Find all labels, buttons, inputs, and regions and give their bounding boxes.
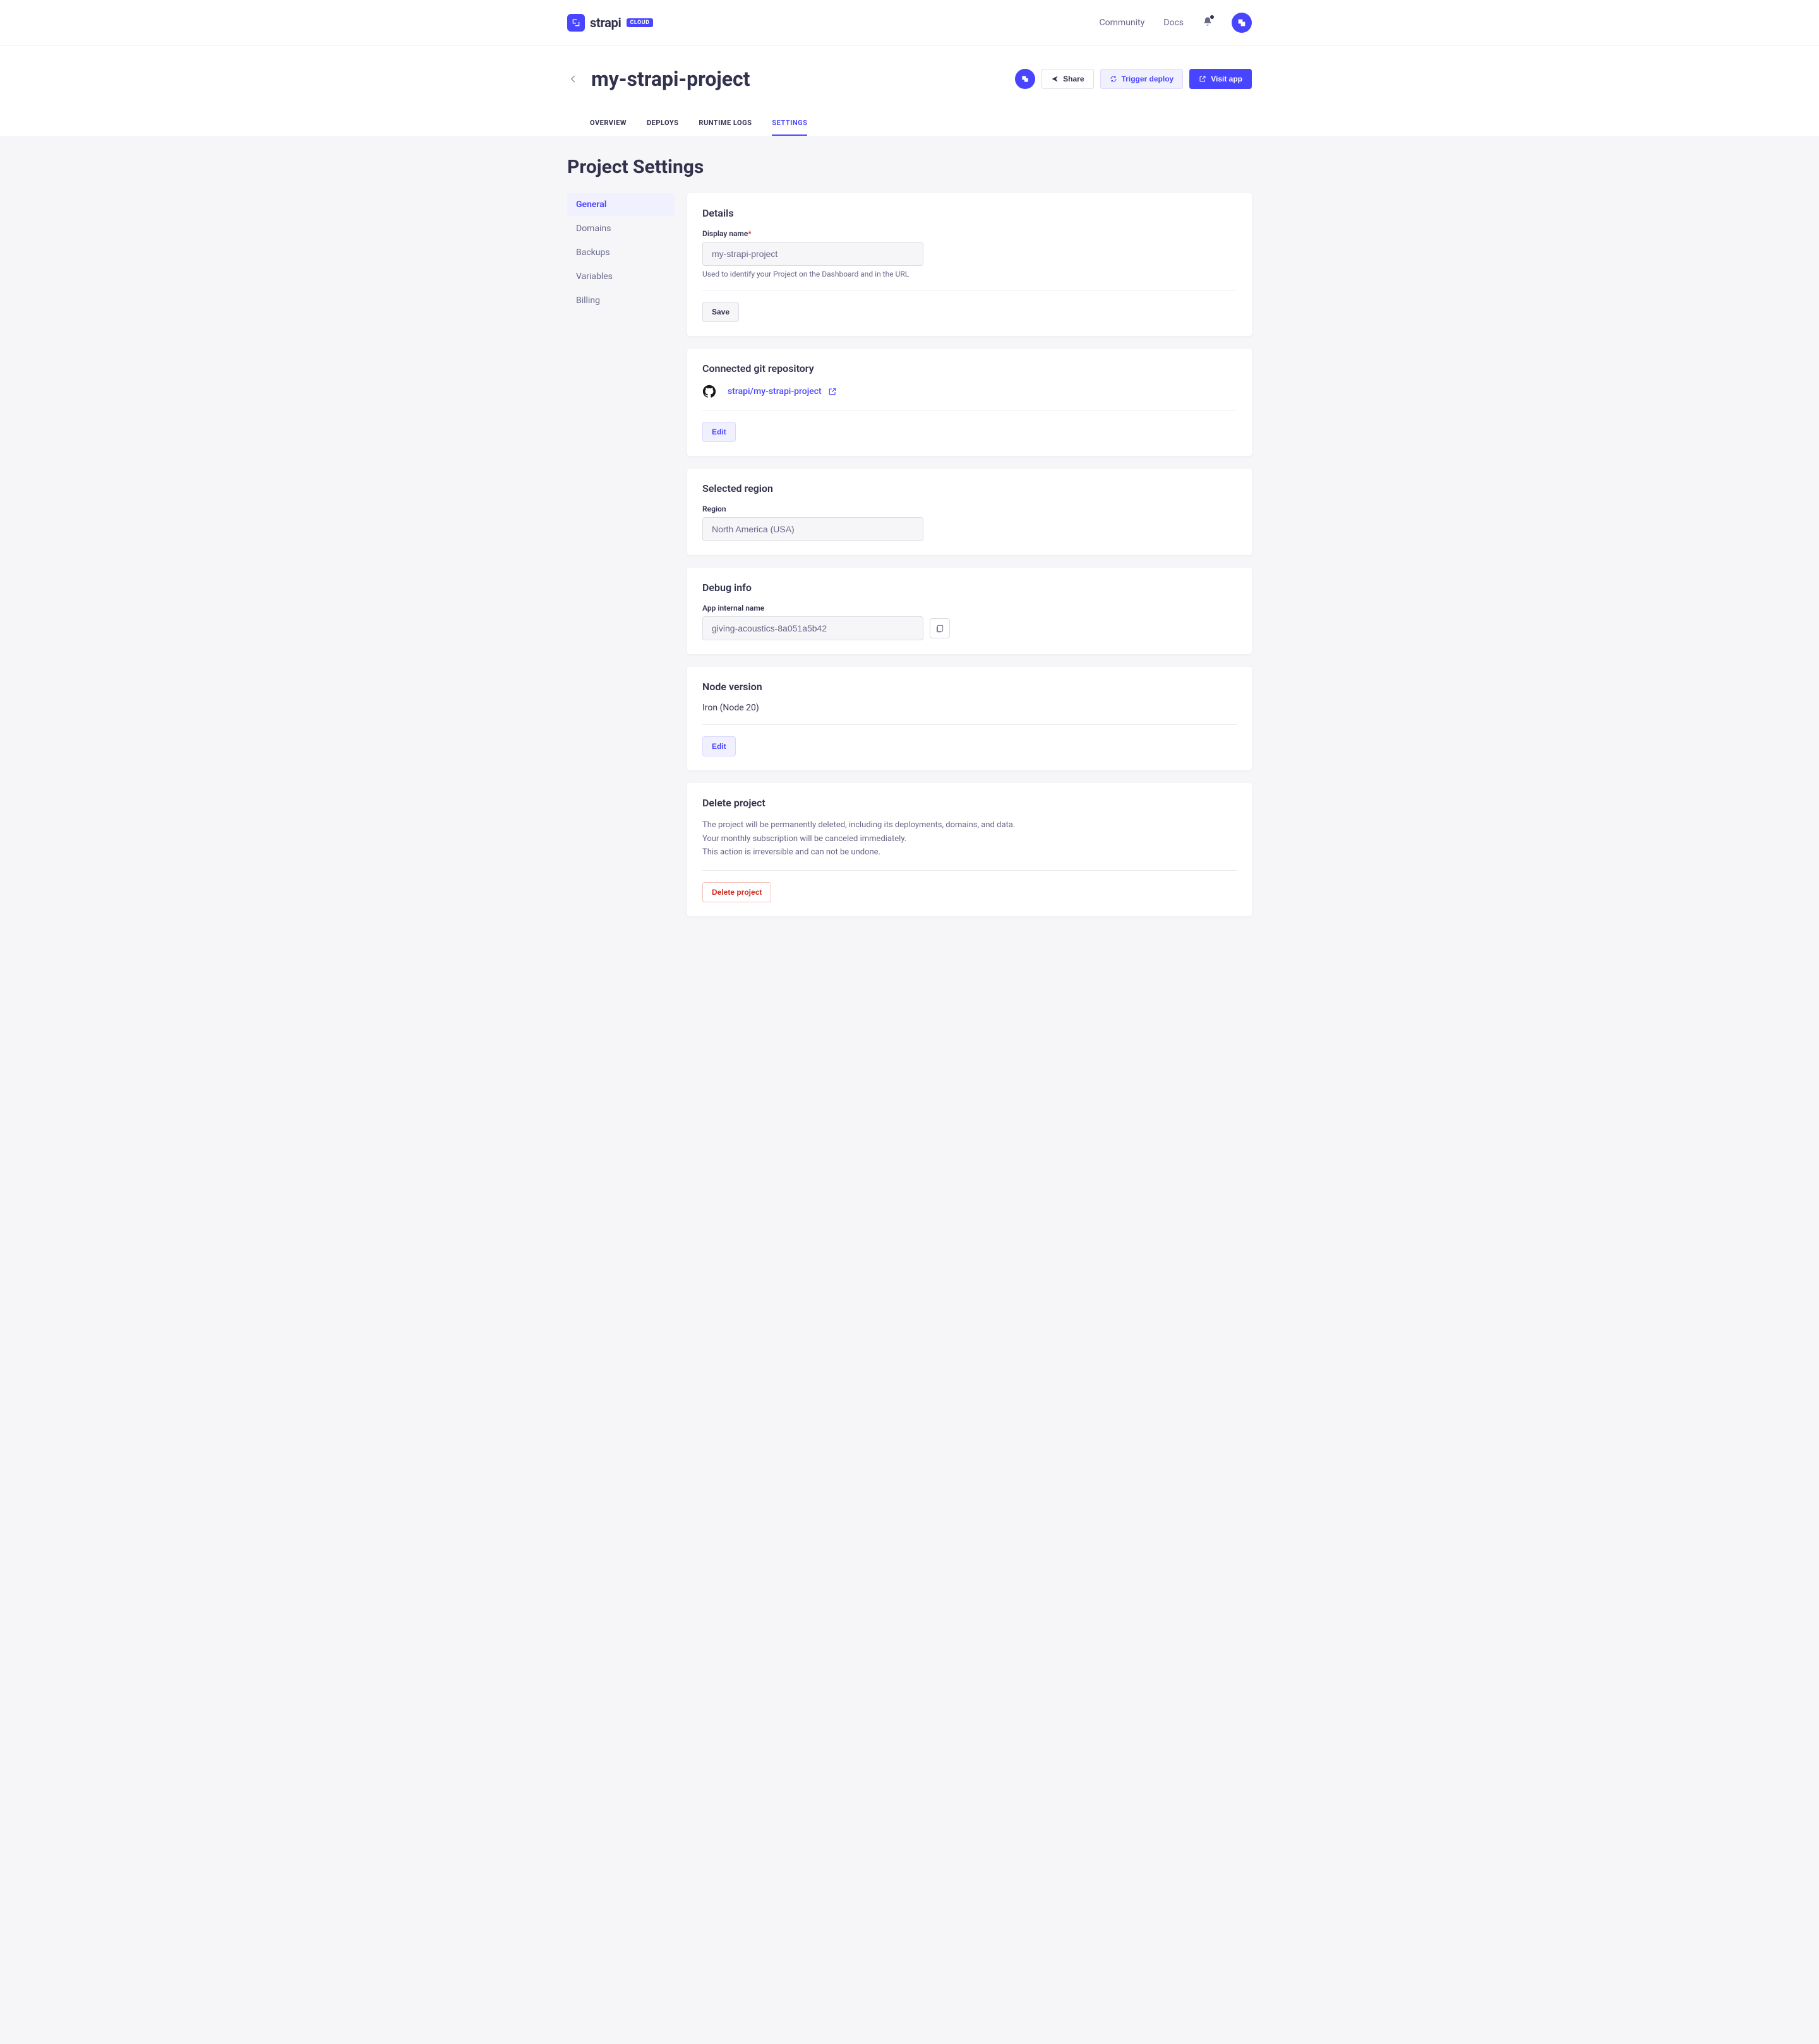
share-label: Share <box>1063 75 1084 83</box>
notification-dot <box>1210 15 1214 19</box>
project-header: my-strapi-project Share Trigger deploy V… <box>0 45 1819 136</box>
delete-title: Delete project <box>702 797 1237 809</box>
tab-runtime-logs[interactable]: RUNTIME LOGS <box>699 111 752 136</box>
delete-line1: The project will be permanently deleted,… <box>702 819 1237 832</box>
delete-line3: This action is irreversible and can not … <box>702 846 1237 859</box>
sidebar-item-billing[interactable]: Billing <box>567 289 675 312</box>
delete-card: Delete project The project will be perma… <box>687 783 1252 916</box>
strapi-icon <box>1237 18 1247 28</box>
strapi-icon <box>1021 75 1030 83</box>
copy-button[interactable] <box>930 618 950 638</box>
github-icon <box>702 385 716 398</box>
settings-sidebar: General Domains Backups Variables Billin… <box>567 193 675 313</box>
repo-title: Connected git repository <box>702 362 1237 374</box>
debug-title: Debug info <box>702 582 1237 594</box>
sidebar-item-general[interactable]: General <box>567 193 675 216</box>
display-name-label: Display name* <box>702 229 1237 238</box>
trigger-deploy-label: Trigger deploy <box>1122 75 1174 83</box>
region-title: Selected region <box>702 482 1237 494</box>
region-card: Selected region Region <box>687 469 1252 555</box>
share-icon <box>1051 75 1059 83</box>
sidebar-item-backups[interactable]: Backups <box>567 241 675 264</box>
app-internal-name-input <box>702 616 923 640</box>
region-input <box>702 517 923 541</box>
node-card: Node version Iron (Node 20) Edit <box>687 667 1252 770</box>
notifications-button[interactable] <box>1203 16 1213 29</box>
divider <box>702 724 1237 725</box>
save-button[interactable]: Save <box>702 302 739 322</box>
brand-name: strapi <box>590 15 621 30</box>
page-title: Project Settings <box>567 156 1252 178</box>
edit-node-button[interactable]: Edit <box>702 736 736 756</box>
tab-overview[interactable]: OVERVIEW <box>590 111 627 136</box>
project-icon-button[interactable] <box>1015 69 1035 89</box>
copy-icon <box>935 624 944 633</box>
trigger-deploy-button[interactable]: Trigger deploy <box>1100 69 1184 89</box>
docs-link[interactable]: Docs <box>1163 18 1184 28</box>
display-name-input[interactable] <box>702 242 923 266</box>
region-label: Region <box>702 505 1237 513</box>
sidebar-item-domains[interactable]: Domains <box>567 217 675 240</box>
back-chevron-icon[interactable] <box>567 73 579 85</box>
share-button[interactable]: Share <box>1042 69 1093 89</box>
debug-label: App internal name <box>702 604 1237 613</box>
tab-deploys[interactable]: DEPLOYS <box>647 111 678 136</box>
debug-card: Debug info App internal name <box>687 568 1252 654</box>
cloud-badge: CLOUD <box>627 18 654 27</box>
refresh-icon <box>1110 75 1117 83</box>
project-title: my-strapi-project <box>591 67 750 91</box>
external-link-icon <box>1199 75 1206 83</box>
details-card: Details Display name* Used to identify y… <box>687 193 1252 336</box>
brand-logo[interactable]: strapi CLOUD <box>567 14 653 32</box>
delete-project-button[interactable]: Delete project <box>702 882 771 902</box>
external-link-icon <box>828 387 837 396</box>
tab-settings[interactable]: SETTINGS <box>772 111 807 136</box>
divider <box>702 870 1237 871</box>
repo-link[interactable]: strapi/my-strapi-project <box>728 386 837 397</box>
display-name-help: Used to identify your Project on the Das… <box>702 270 1237 278</box>
top-navigation: strapi CLOUD Community Docs <box>0 0 1819 45</box>
sidebar-item-variables[interactable]: Variables <box>567 265 675 288</box>
strapi-logo-icon <box>567 14 585 32</box>
visit-app-label: Visit app <box>1211 75 1242 83</box>
node-title: Node version <box>702 681 1237 693</box>
details-title: Details <box>702 207 1237 219</box>
community-link[interactable]: Community <box>1100 18 1145 28</box>
node-value: Iron (Node 20) <box>702 703 1237 713</box>
user-avatar[interactable] <box>1232 13 1252 33</box>
project-tabs: OVERVIEW DEPLOYS RUNTIME LOGS SETTINGS <box>590 111 1252 136</box>
repo-card: Connected git repository strapi/my-strap… <box>687 349 1252 456</box>
delete-line2: Your monthly subscription will be cancel… <box>702 833 1237 846</box>
visit-app-button[interactable]: Visit app <box>1189 69 1252 89</box>
edit-repo-button[interactable]: Edit <box>702 422 736 442</box>
